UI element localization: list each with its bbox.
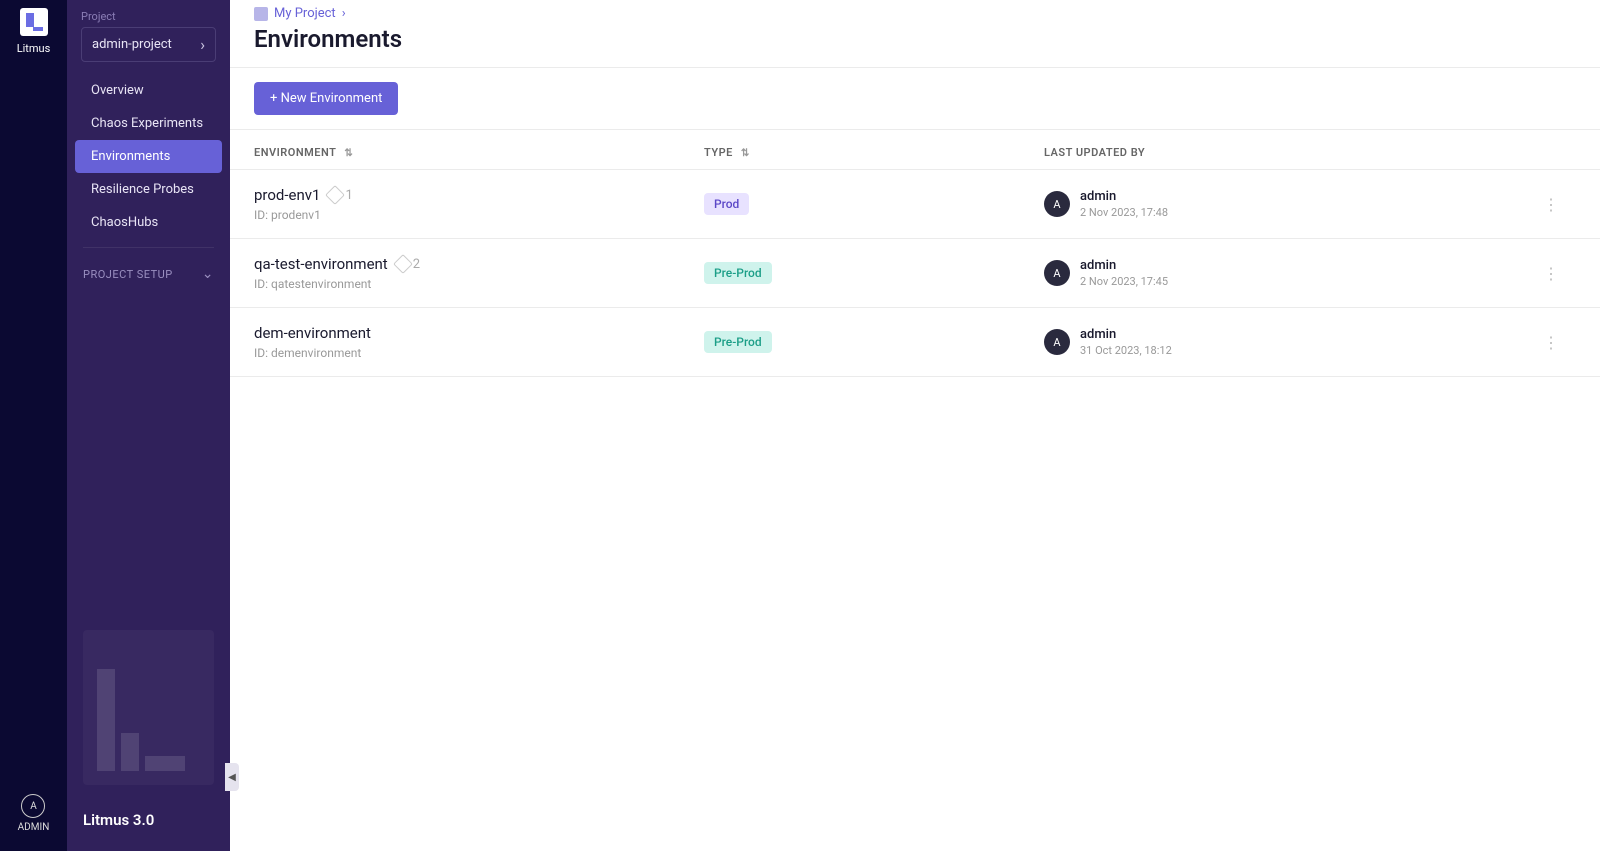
project-setup-label: PROJECT SETUP — [83, 268, 173, 281]
table-header: ENVIRONMENT TYPE LAST UPDATED BY — [230, 130, 1600, 170]
updated-by-date: 2 Nov 2023, 17:45 — [1080, 275, 1168, 288]
environment-id: ID: prodenv1 — [254, 208, 353, 222]
project-selected-name: admin-project — [92, 37, 172, 52]
tag-icon: 1 — [328, 188, 352, 203]
breadcrumb[interactable]: My Project › — [230, 0, 1600, 21]
row-actions-menu-button[interactable]: ⋮ — [1526, 333, 1576, 352]
table-row[interactable]: prod-env11 ID: prodenv1 Prod A admin 2 N… — [230, 170, 1600, 239]
sidebar-item-chaoshubs[interactable]: ChaosHubs — [75, 206, 222, 239]
updated-by-date: 31 Oct 2023, 18:12 — [1080, 344, 1172, 357]
row-actions-menu-button[interactable]: ⋮ — [1526, 195, 1576, 214]
column-header-updated: LAST UPDATED BY — [1044, 146, 1526, 159]
sort-icon — [344, 146, 353, 159]
sidebar-item-chaos-experiments[interactable]: Chaos Experiments — [75, 107, 222, 140]
main-content: My Project › Environments + New Environm… — [230, 0, 1600, 851]
sidebar-item-resilience-probes[interactable]: Resilience Probes — [75, 173, 222, 206]
type-badge: Prod — [704, 193, 749, 215]
breadcrumb-project: My Project — [274, 6, 336, 21]
user-avatar-icon: A — [1044, 191, 1070, 217]
sort-icon — [741, 146, 750, 159]
column-header-environment[interactable]: ENVIRONMENT — [254, 146, 704, 159]
column-header-type[interactable]: TYPE — [704, 146, 1044, 159]
tag-icon: 2 — [396, 257, 420, 272]
sidebar: Project admin-project Overview Chaos Exp… — [67, 0, 230, 851]
project-label: Project — [67, 0, 230, 27]
sidebar-chart-placeholder — [83, 630, 214, 785]
user-avatar-icon: A — [21, 794, 45, 818]
updated-by-user: admin — [1080, 258, 1168, 273]
project-selector[interactable]: admin-project — [81, 27, 216, 62]
chevron-right-icon: › — [342, 6, 346, 21]
type-badge: Pre-Prod — [704, 331, 772, 353]
updated-by-user: admin — [1080, 189, 1168, 204]
sidebar-footer: Litmus 3.0 — [67, 616, 230, 851]
app-rail: Litmus A ADMIN — [0, 0, 67, 851]
litmus-version: Litmus 3.0 — [83, 811, 214, 829]
rail-user-section[interactable]: A ADMIN — [18, 794, 50, 833]
brand-name: Litmus — [17, 42, 51, 55]
environment-id: ID: qatestenvironment — [254, 277, 420, 291]
sidebar-collapse-button[interactable]: ◀ — [225, 763, 239, 791]
toolbar: + New Environment — [230, 68, 1600, 130]
environment-name: dem-environment — [254, 324, 371, 342]
updated-by-user: admin — [1080, 327, 1172, 342]
litmus-logo-icon[interactable] — [20, 8, 48, 36]
table-row[interactable]: qa-test-environment2 ID: qatestenvironme… — [230, 239, 1600, 308]
sidebar-item-overview[interactable]: Overview — [75, 74, 222, 107]
table-row[interactable]: dem-environment ID: demenvironment Pre-P… — [230, 308, 1600, 377]
chevron-down-icon — [202, 266, 214, 282]
new-environment-button[interactable]: + New Environment — [254, 82, 398, 115]
environment-name: prod-env11 — [254, 186, 353, 204]
page-title: Environments — [230, 21, 1600, 68]
project-setup-toggle[interactable]: PROJECT SETUP — [83, 247, 214, 290]
type-badge: Pre-Prod — [704, 262, 772, 284]
user-role-label: ADMIN — [18, 822, 50, 833]
user-avatar-icon: A — [1044, 260, 1070, 286]
updated-by-date: 2 Nov 2023, 17:48 — [1080, 206, 1168, 219]
user-avatar-icon: A — [1044, 329, 1070, 355]
project-icon — [254, 7, 268, 21]
table-body: prod-env11 ID: prodenv1 Prod A admin 2 N… — [230, 170, 1600, 377]
environment-id: ID: demenvironment — [254, 346, 371, 360]
chevron-right-icon — [200, 35, 205, 54]
sidebar-item-environments[interactable]: Environments — [75, 140, 222, 173]
environment-name: qa-test-environment2 — [254, 255, 420, 273]
row-actions-menu-button[interactable]: ⋮ — [1526, 264, 1576, 283]
